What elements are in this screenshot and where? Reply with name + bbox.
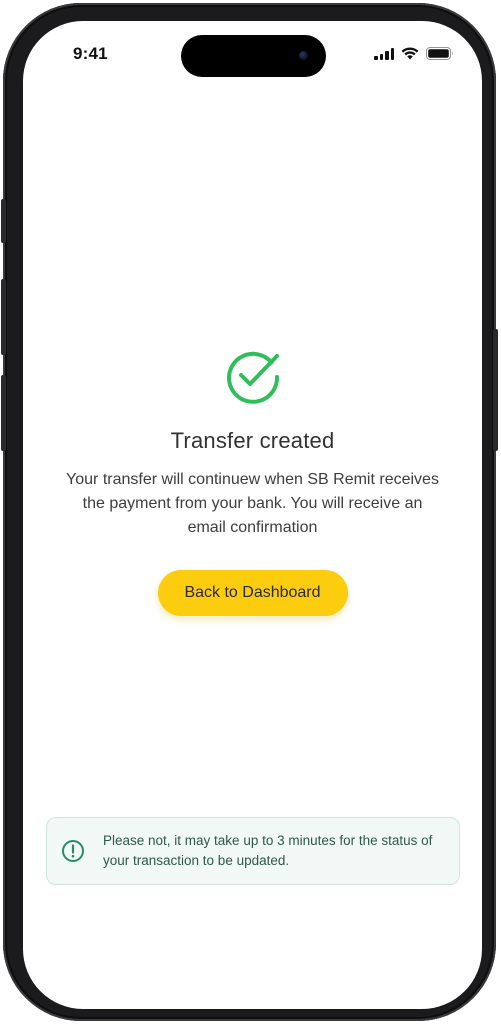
status-icons — [374, 47, 454, 60]
power-button — [493, 329, 498, 451]
info-notice: Please not, it may take up to 3 minutes … — [46, 817, 460, 885]
volume-down-button — [1, 375, 6, 451]
confirmation-message: Your transfer will continuew when SB Rem… — [66, 471, 439, 536]
notice-text: Please not, it may take up to 3 minutes … — [103, 833, 433, 868]
page-title: Transfer created — [170, 428, 335, 453]
info-circle-icon — [62, 840, 84, 862]
status-time: 9:41 — [73, 44, 108, 63]
phone-frame: 9:41 Transfer created Your transfer will… — [1, 3, 498, 1021]
transfer-result: Transfer created Your transfer will cont… — [23, 346, 482, 616]
signal-icon — [374, 47, 394, 60]
screen: 9:41 Transfer created Your transfer will… — [23, 21, 482, 1009]
volume-up-button — [1, 279, 6, 355]
home-indicator — [185, 994, 319, 999]
wifi-icon — [401, 47, 419, 60]
check-circle-icon — [226, 351, 279, 404]
camera-icon — [299, 51, 308, 60]
back-to-dashboard-button[interactable]: Back to Dashboard — [157, 570, 348, 616]
mute-switch — [1, 199, 6, 243]
dynamic-island — [181, 35, 326, 77]
battery-icon — [426, 47, 454, 60]
